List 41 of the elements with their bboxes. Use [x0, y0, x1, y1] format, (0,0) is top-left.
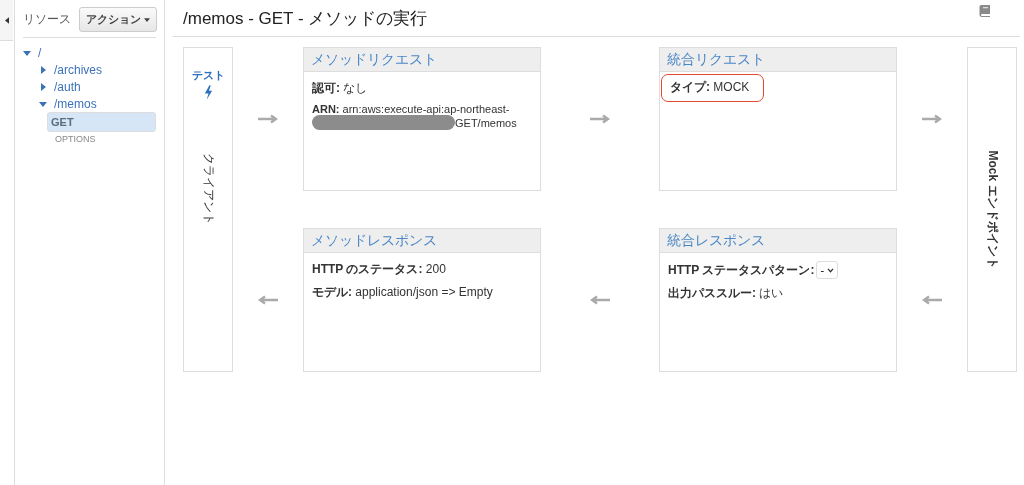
method-item[interactable]: GET — [47, 112, 156, 132]
caret-right-icon[interactable] — [39, 82, 47, 91]
collapse-tab[interactable] — [0, 0, 13, 41]
arrow-left-icon — [922, 295, 942, 305]
panel-title[interactable]: 統合レスポンス — [660, 229, 896, 253]
arrow-left-icon — [590, 295, 610, 305]
field-text: モデル: application/json => Empty — [312, 284, 494, 301]
field-text: 認可: なし — [312, 80, 369, 97]
client-label: クライアント — [200, 152, 217, 225]
tree-item[interactable]: / — [23, 44, 156, 61]
field-text: タイプ: MOCK — [661, 74, 765, 102]
page-title: /memos - GET - メソッドの実行 — [183, 7, 428, 30]
arrow-right-icon — [258, 114, 278, 124]
caret-down-icon — [144, 17, 150, 22]
method-item[interactable]: OPTIONS — [47, 132, 156, 146]
book-icon[interactable] — [978, 4, 992, 18]
field-text: GET/memos — [455, 116, 517, 129]
tree-item[interactable]: /memos — [39, 95, 156, 112]
actions-button[interactable]: アクション — [79, 7, 157, 32]
field-text: 出力パススルー: はい — [668, 285, 785, 302]
panel-title[interactable]: メソッドリクエスト — [304, 48, 540, 72]
status-select[interactable]: - — [816, 261, 839, 279]
panel-title[interactable]: メソッドレスポンス — [304, 229, 540, 253]
endpoint-label: Mock エンドポイント — [984, 150, 1001, 269]
lightning-icon — [203, 85, 213, 100]
sidebar-title: リソース — [23, 11, 71, 28]
field-text: ARN: arn:aws:execute-api:ap-northeast- — [312, 103, 511, 115]
caret-down-icon[interactable] — [23, 48, 31, 57]
field-label: HTTP ステータスパターン: — [668, 261, 815, 279]
tree-item[interactable]: /archives — [39, 61, 156, 78]
panel-title[interactable]: 統合リクエスト — [660, 48, 896, 72]
test-button[interactable]: テスト — [191, 68, 225, 100]
chevron-down-icon — [827, 267, 835, 273]
caret-right-icon[interactable] — [39, 65, 47, 74]
arrow-right-icon — [922, 114, 942, 124]
caret-down-icon[interactable] — [39, 99, 47, 108]
arrow-right-icon — [590, 114, 610, 124]
arrow-left-icon — [258, 295, 278, 305]
tree-item[interactable]: /auth — [39, 78, 156, 95]
caret-left-icon — [4, 16, 9, 24]
field-text: HTTP のステータス: 200 — [312, 261, 447, 278]
